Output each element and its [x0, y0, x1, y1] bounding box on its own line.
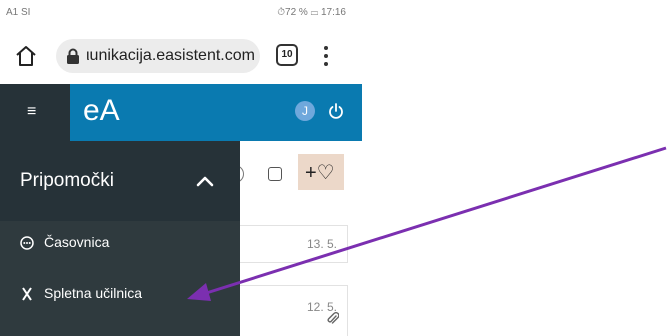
- annotation-arrow: [187, 146, 667, 301]
